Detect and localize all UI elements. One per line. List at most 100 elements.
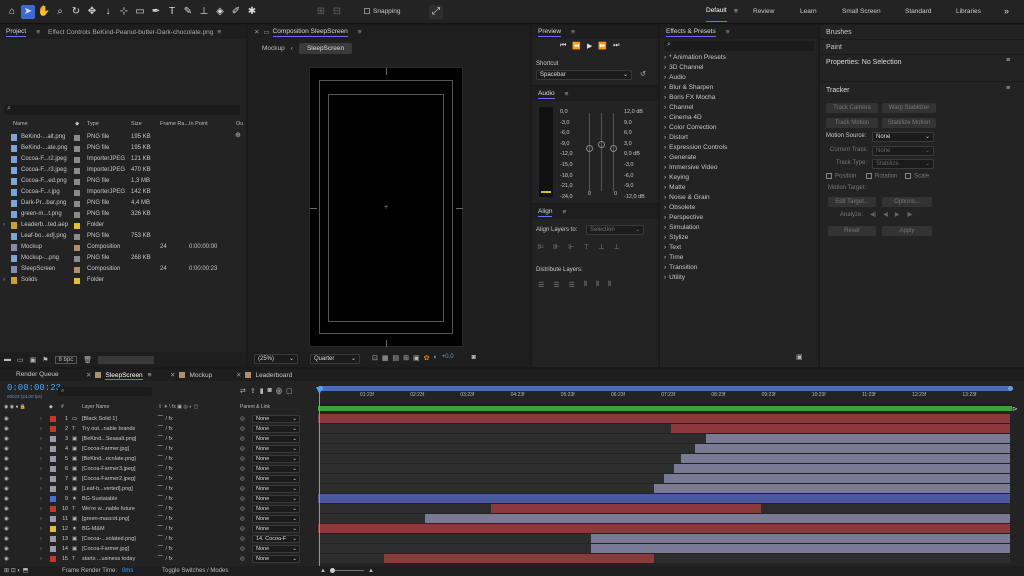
twirl-arrow-icon[interactable]: ›: [40, 544, 42, 554]
parent-dropdown[interactable]: None ⌄: [252, 425, 300, 433]
layer-row[interactable]: ◉ › 14 ▣ [Cocoa-Farmer.jpg] ⁀ / fx ◎ None ⌄: [0, 544, 316, 554]
align-icon[interactable]: ⊞: [314, 5, 328, 19]
eye-icon[interactable]: ◉: [4, 504, 9, 514]
parent-dropdown[interactable]: None ⌄: [252, 485, 300, 493]
expand-arrow-icon[interactable]: ›: [664, 214, 666, 221]
effect-category[interactable]: › Expression Controls: [660, 143, 818, 153]
eye-icon[interactable]: ◉: [4, 444, 9, 454]
label-swatch[interactable]: [74, 168, 80, 174]
label-col-icon[interactable]: ◆: [75, 121, 79, 127]
effect-category[interactable]: › Noise & Grain: [660, 193, 818, 203]
effects-menu-icon[interactable]: ≡: [726, 29, 730, 36]
rotation-checkbox[interactable]: [866, 173, 873, 179]
analyze-back-one-icon[interactable]: ◀|: [870, 211, 876, 218]
align-left-icon[interactable]: ⊫: [538, 243, 544, 251]
breadcrumb-mockup[interactable]: Mockup: [262, 45, 285, 52]
camera-tool-icon[interactable]: ✥: [85, 5, 99, 19]
pickwhip-icon[interactable]: ◎: [240, 424, 245, 434]
parent-dropdown[interactable]: None ⌄: [252, 525, 300, 533]
eye-icon[interactable]: ◉: [4, 424, 9, 434]
project-item[interactable]: Cocoa-F...r.jpg ImporterJPEG 142 KB: [0, 187, 246, 198]
workspaces-overflow-icon[interactable]: »: [1004, 6, 1009, 16]
expand-arrow-icon[interactable]: ›: [664, 164, 666, 171]
label-swatch[interactable]: [74, 146, 80, 152]
pickwhip-icon[interactable]: ◎: [240, 514, 245, 524]
tab-close-icon[interactable]: ✕: [86, 372, 91, 379]
effect-category[interactable]: › Color Correction: [660, 123, 818, 133]
track-motion-button[interactable]: Track Motion: [826, 118, 878, 128]
label-swatch[interactable]: [74, 245, 80, 251]
layer-row[interactable]: ◉ › 3 ▣ [BeKind...Seasalt.png] ⁀ / fx ◎ None ⌄: [0, 434, 316, 444]
pickwhip-icon[interactable]: ◎: [240, 524, 245, 534]
layer-duration-bar[interactable]: [664, 474, 1010, 483]
exposure-icon[interactable]: ◐: [434, 354, 438, 362]
expand-arrow-icon[interactable]: ›: [664, 254, 666, 261]
expand-arrow-icon[interactable]: ›: [3, 275, 5, 286]
layer-duration-bar[interactable]: [491, 504, 761, 513]
snap-options-icon[interactable]: ⤢: [429, 5, 443, 19]
expand-arrow-icon[interactable]: ›: [664, 154, 666, 161]
col-type[interactable]: Type: [87, 121, 99, 127]
effect-category[interactable]: › * Animation Presets: [660, 53, 818, 63]
layer-row[interactable]: ◉ › 15 Tstarts ...usiness today ⁀ / fx ◎ None ⌄: [0, 554, 316, 564]
expand-arrow-icon[interactable]: ›: [3, 220, 5, 231]
align-top-icon[interactable]: ⊤: [583, 243, 589, 251]
project-item[interactable]: Mockup-...png PNG file 268 KB: [0, 253, 246, 264]
effect-category[interactable]: › Cinema 4D: [660, 113, 818, 123]
layer-switches-icon[interactable]: ⁀ / fx: [158, 524, 173, 534]
align-vcenter-icon[interactable]: ⊥: [598, 243, 604, 251]
breadcrumb-sleepscreen[interactable]: SleepScreen: [298, 42, 353, 54]
twirl-arrow-icon[interactable]: ›: [40, 524, 42, 534]
play-icon[interactable]: ▶: [587, 42, 592, 50]
layer-duration-bar[interactable]: [383, 554, 654, 563]
layer-switches-icon[interactable]: ⁀ / fx: [158, 484, 173, 494]
brush-tool-icon[interactable]: ✎: [181, 5, 195, 19]
layer-switches-icon[interactable]: ⁀ / fx: [158, 454, 173, 464]
parent-dropdown[interactable]: None ⌄: [252, 415, 300, 423]
expand-arrow-icon[interactable]: ›: [664, 114, 666, 121]
rectangle-tool-icon[interactable]: ▭: [133, 5, 147, 19]
eye-icon[interactable]: ◉: [4, 524, 9, 534]
layer-name[interactable]: BG-M&M: [82, 524, 105, 534]
draft-3d-icon[interactable]: ▢: [286, 387, 293, 395]
twirl-arrow-icon[interactable]: ›: [40, 424, 42, 434]
layer-label-swatch[interactable]: [50, 526, 56, 532]
pickwhip-icon[interactable]: ◎: [240, 414, 245, 424]
twirl-arrow-icon[interactable]: ›: [40, 554, 42, 564]
selection-tool-icon[interactable]: ➤: [21, 5, 35, 19]
effects-trash-icon[interactable]: ▣: [796, 353, 803, 361]
layer-switches-icon[interactable]: ⁀ / fx: [158, 544, 173, 554]
expand-arrow-icon[interactable]: ›: [664, 64, 666, 71]
layer-row[interactable]: ◉ › 9 ★ BG-Sustaiable ⁀ / fx ◎ None ⌄: [0, 494, 316, 504]
workspace-standard[interactable]: Standard: [905, 0, 931, 24]
layer-switches-icon[interactable]: ⁀ / fx: [158, 424, 173, 434]
track-camera-button[interactable]: Track Camera: [826, 103, 878, 113]
effect-category[interactable]: › Boris FX Mocha: [660, 93, 818, 103]
layer-row[interactable]: ◉ › 6 ▣ [Cocoa-Farmer3.jpeg] ⁀ / fx ◎ None ⌄: [0, 464, 316, 474]
zoom-out-icon[interactable]: ▲: [320, 566, 326, 576]
eye-icon[interactable]: ◉: [4, 434, 9, 444]
workspace-menu-icon[interactable]: ≡: [734, 0, 738, 24]
layer-name[interactable]: [Leaf-b...verted].png]: [82, 484, 133, 494]
eye-icon[interactable]: ◉: [4, 484, 9, 494]
comp-menu-icon[interactable]: ≡: [358, 29, 362, 36]
layer-row[interactable]: ◉ › 2 T Try out...nable brands ⁀ / fx ◎ None ⌄: [0, 424, 316, 434]
align-right-icon[interactable]: ⊩: [568, 243, 574, 251]
rotate-tool-icon[interactable]: ↻: [69, 5, 83, 19]
layer-row[interactable]: ◉ › 4 ▣ [Cocoa-Farmer.jpg] ⁀ / fx ◎ None ⌄: [0, 444, 316, 454]
comp-lock-icon[interactable]: ▭: [263, 28, 269, 36]
layer-row[interactable]: ◉ › 1 ▭ [Black Solid 1] ⁀ / fx ◎ None ⌄: [0, 414, 316, 424]
pickwhip-icon[interactable]: ◎: [240, 494, 245, 504]
project-item[interactable]: Dark-Pr...bar.png PNG file 4,4 MB: [0, 198, 246, 209]
layer-duration-bar[interactable]: [425, 514, 1010, 523]
anchor-tool-icon[interactable]: ⊹: [117, 5, 131, 19]
effect-controls-tab[interactable]: Effect Controls BeKind-Peanut-butter-Dar…: [48, 29, 213, 36]
pickwhip-icon[interactable]: ◎: [240, 454, 245, 464]
layer-label-swatch[interactable]: [50, 476, 56, 482]
parent-dropdown[interactable]: None ⌄: [252, 545, 300, 553]
project-item[interactable]: green-m...t.png PNG file 326 KB: [0, 209, 246, 220]
bpc-button[interactable]: 8 bpc: [54, 355, 78, 364]
label-swatch[interactable]: [74, 223, 80, 229]
work-area-green[interactable]: [318, 406, 1012, 411]
layer-duration-bar[interactable]: [653, 484, 1010, 493]
